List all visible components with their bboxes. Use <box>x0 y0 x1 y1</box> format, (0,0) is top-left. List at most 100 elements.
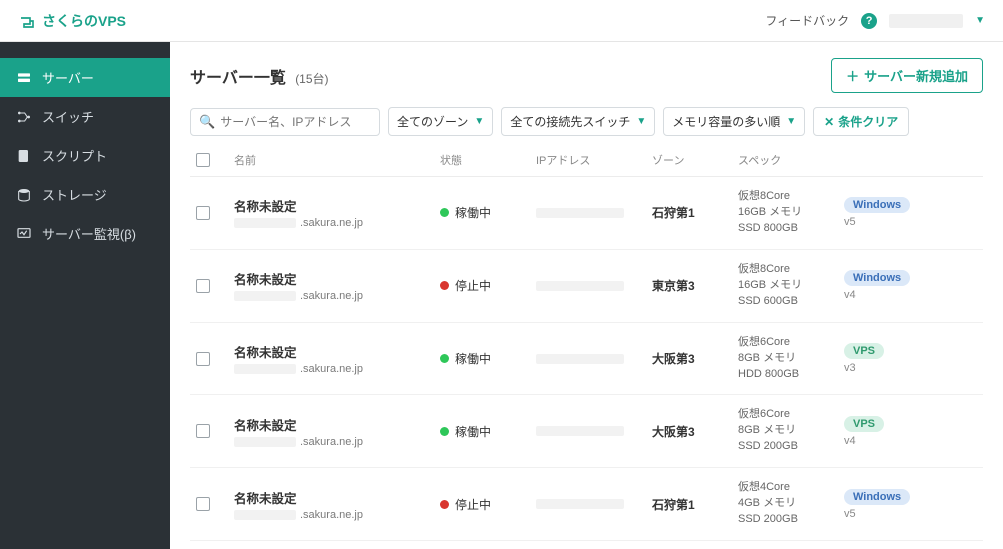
version-text: v5 <box>844 216 856 228</box>
close-icon: ✕ <box>824 115 834 129</box>
spec-cell: 仮想4Core4GB メモリSSD 200GB <box>738 480 838 528</box>
account-menu[interactable] <box>889 14 963 28</box>
sidebar-item-label: ストレージ <box>42 185 107 204</box>
table-row[interactable]: 名称未設定.sakura.ne.jp稼働中大阪第3仮想6Core8GB メモリH… <box>190 323 983 396</box>
status-dot-icon <box>440 281 449 290</box>
server-name: 名称未設定 <box>234 269 434 288</box>
table-row[interactable]: 名称未設定.sakura.ne.jp停止中石狩第1仮想4Core4GB メモリS… <box>190 468 983 541</box>
select-all-checkbox[interactable] <box>196 153 210 167</box>
row-checkbox[interactable] <box>196 497 210 511</box>
zone-cell: 大阪第3 <box>652 423 732 440</box>
os-badge: Windows <box>844 489 910 505</box>
domain-suffix: .sakura.ne.jp <box>300 363 363 375</box>
hostname-masked <box>234 218 296 228</box>
server-name: 名称未設定 <box>234 488 434 507</box>
ip-cell <box>536 499 646 509</box>
sidebar-item-monitor[interactable]: サーバー監視(β) <box>0 214 170 253</box>
row-checkbox[interactable] <box>196 279 210 293</box>
status-dot-icon <box>440 354 449 363</box>
col-spec: スペック <box>738 152 838 168</box>
brand-text: さくらのVPS <box>42 11 126 31</box>
status-text: 停止中 <box>455 496 491 513</box>
col-zone: ゾーン <box>652 152 732 168</box>
row-checkbox[interactable] <box>196 206 210 220</box>
spec-cell: 仮想6Core8GB メモリSSD 200GB <box>738 407 838 455</box>
chevron-down-icon: ▼ <box>474 116 484 127</box>
ip-masked <box>536 426 624 436</box>
domain-suffix: .sakura.ne.jp <box>300 290 363 302</box>
name-cell: 名称未設定 .sakura.ne.jp <box>234 269 434 302</box>
version-text: v5 <box>844 508 856 520</box>
add-server-button[interactable]: ＋ サーバー新規追加 <box>831 58 983 93</box>
status-text: 稼働中 <box>455 423 491 440</box>
search-input[interactable] <box>220 115 371 129</box>
sidebar-item-switch[interactable]: スイッチ <box>0 97 170 136</box>
switch-filter[interactable]: 全ての接続先スイッチ▼ <box>501 107 655 136</box>
spec-cell: 仮想6Core8GB メモリHDD 800GB <box>738 335 838 383</box>
status-cell: 停止中 <box>440 277 530 294</box>
server-name: 名称未設定 <box>234 342 434 361</box>
brand[interactable]: さくらのVPS <box>18 11 126 31</box>
domain-suffix: .sakura.ne.jp <box>300 436 363 448</box>
page-title-wrap: サーバー一覧 (15台) <box>190 64 329 88</box>
sidebar-item-label: スイッチ <box>42 107 94 126</box>
filter-bar: 🔍 全てのゾーン▼ 全ての接続先スイッチ▼ メモリ容量の多い順▼ ✕ 条件クリア <box>190 107 983 136</box>
status-text: 停止中 <box>455 277 491 294</box>
page-title: サーバー一覧 <box>190 70 286 87</box>
os-badge: VPS <box>844 343 884 359</box>
sidebar: サーバースイッチスクリプトストレージサーバー監視(β) <box>0 42 170 549</box>
add-server-label: サーバー新規追加 <box>864 66 968 85</box>
search-input-wrap[interactable]: 🔍 <box>190 108 380 136</box>
table-row[interactable]: 名称未設定.sakura.ne.jp 稼働中 大阪第3 仮想6Core8GB メモリS… <box>190 395 983 468</box>
sidebar-item-storage[interactable]: ストレージ <box>0 175 170 214</box>
sidebar-item-label: スクリプト <box>42 146 107 165</box>
os-cell: Windows v5 <box>844 197 954 228</box>
chevron-down-icon: ▼ <box>786 116 796 127</box>
os-badge: Windows <box>844 270 910 286</box>
os-cell: VPS v3 <box>844 343 954 374</box>
hostname-masked <box>234 291 296 301</box>
os-cell: VPSv4 <box>844 416 954 447</box>
name-cell: 名称未設定.sakura.ne.jp <box>234 415 434 448</box>
table-body: 名称未設定.sakura.ne.jp稼働中石狩第1仮想8Core16GB メモリ… <box>190 177 983 549</box>
zone-cell: 東京第3 <box>652 277 732 294</box>
clear-filters-button[interactable]: ✕ 条件クリア <box>813 107 909 136</box>
name-cell: 名称未設定 .sakura.ne.jp <box>234 196 434 229</box>
domain-suffix: .sakura.ne.jp <box>300 217 363 229</box>
version-text: v3 <box>844 362 856 374</box>
zone-filter[interactable]: 全てのゾーン▼ <box>388 107 493 136</box>
storage-icon <box>16 187 32 203</box>
os-cell: Windows v5 <box>844 489 954 520</box>
chevron-down-icon[interactable]: ▼ <box>975 15 985 26</box>
brand-icon <box>18 12 36 30</box>
help-icon[interactable]: ? <box>861 13 877 29</box>
os-badge: Windows <box>844 197 910 213</box>
table-row[interactable]: 名称未設定.sakura.ne.jp稼働中石狩第1仮想8Core16GB メモリ… <box>190 177 983 250</box>
status-dot-icon <box>440 500 449 509</box>
ip-masked <box>536 208 624 218</box>
table-row[interactable]: 名称未設定.sakura.ne.jp稼働中東京第2仮想4Core4GB メモリH… <box>190 541 983 549</box>
sort-filter[interactable]: メモリ容量の多い順▼ <box>663 107 805 136</box>
plus-icon: ＋ <box>846 66 859 85</box>
status-text: 稼働中 <box>455 204 491 221</box>
table-row[interactable]: 名称未設定.sakura.ne.jp停止中東京第3仮想8Core16GB メモリ… <box>190 250 983 323</box>
sidebar-item-server[interactable]: サーバー <box>0 58 170 97</box>
status-text: 稼働中 <box>455 350 491 367</box>
row-checkbox[interactable] <box>196 424 210 438</box>
col-name: 名前 <box>234 152 434 168</box>
switch-icon <box>16 109 32 125</box>
main-content: サーバー一覧 (15台) ＋ サーバー新規追加 🔍 全てのゾーン▼ 全ての接続先… <box>170 42 1003 549</box>
sidebar-item-script[interactable]: スクリプト <box>0 136 170 175</box>
col-ip: IPアドレス <box>536 152 646 168</box>
sidebar-item-label: サーバー <box>42 68 94 87</box>
status-cell: 稼働中 <box>440 204 530 221</box>
zone-cell: 石狩第1 <box>652 204 732 221</box>
server-name: 名称未設定 <box>234 196 434 215</box>
version-text: v4 <box>844 289 856 301</box>
feedback-link[interactable]: フィードバック <box>765 12 849 29</box>
hostname-masked <box>234 510 296 520</box>
row-checkbox[interactable] <box>196 352 210 366</box>
server-icon <box>16 70 32 86</box>
name-cell: 名称未設定.sakura.ne.jp <box>234 488 434 521</box>
ip-cell <box>536 354 646 364</box>
